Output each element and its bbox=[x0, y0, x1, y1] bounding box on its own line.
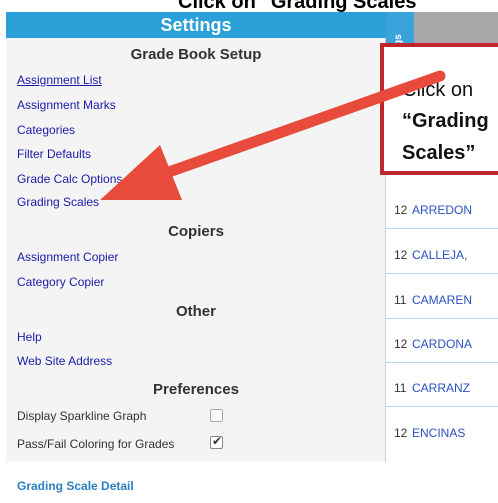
student-name[interactable]: CARRANZ bbox=[412, 381, 470, 395]
other-heading: Other bbox=[175, 303, 216, 320]
top-caption-strip: Click on "Grading Scales" bbox=[0, 0, 498, 12]
category-copier-link[interactable]: Category Copier bbox=[17, 275, 104, 289]
student-grade: 11 bbox=[394, 293, 407, 307]
student-grade: 12 bbox=[394, 426, 408, 440]
student-grade: 12 bbox=[394, 203, 408, 217]
sparkline-graph-label: Display Sparkline Graph bbox=[17, 409, 147, 423]
gradebook-setup-heading: Grade Book Setup bbox=[130, 46, 262, 63]
settings-panel: Settings Grade Book Setup Assignment Lis… bbox=[6, 12, 386, 462]
filter-defaults-link[interactable]: Filter Defaults bbox=[17, 147, 91, 161]
top-caption: Click on "Grading Scales" bbox=[178, 0, 426, 12]
student-grade: 12 bbox=[394, 248, 408, 262]
pass-fail-coloring-label: Pass/Fail Coloring for Grades bbox=[17, 437, 175, 451]
web-site-address-link[interactable]: Web Site Address bbox=[17, 354, 112, 368]
assignment-copier-link[interactable]: Assignment Copier bbox=[17, 250, 118, 264]
settings-title: Settings bbox=[6, 12, 386, 38]
student-grade: 12 bbox=[394, 337, 408, 351]
preferences-heading: Preferences bbox=[153, 381, 239, 398]
copiers-heading: Copiers bbox=[168, 223, 224, 240]
callout-line-2: “Grading bbox=[402, 110, 489, 132]
callout-line-1: Click on bbox=[402, 79, 474, 101]
grading-scale-detail-label: Grading Scale Detail bbox=[17, 479, 134, 493]
student-name[interactable]: ARREDON bbox=[412, 203, 472, 217]
grading-scales-link[interactable]: Grading Scales bbox=[17, 195, 99, 209]
pass-fail-coloring-checkbox[interactable] bbox=[210, 434, 223, 449]
student-row[interactable]: 12 CARDONA bbox=[386, 326, 498, 363]
student-row[interactable]: 12 CALLEJA, bbox=[386, 237, 498, 274]
screenshot-stage: Click on "Grading Scales" Settings Grade… bbox=[0, 0, 498, 503]
student-name[interactable]: CAMAREN bbox=[412, 293, 472, 307]
student-row[interactable]: 11 CAMAREN bbox=[386, 282, 498, 319]
student-name[interactable]: CALLEJA, bbox=[412, 248, 467, 262]
student-name[interactable]: CARDONA bbox=[412, 337, 472, 351]
categories-link[interactable]: Categories bbox=[17, 123, 75, 137]
callout-line-3: Scales” bbox=[402, 142, 476, 164]
student-grade: 11 bbox=[394, 381, 407, 395]
instruction-callout: Click on “Grading Scales” bbox=[380, 43, 498, 175]
sparkline-graph-checkbox[interactable] bbox=[210, 409, 223, 422]
help-link[interactable]: Help bbox=[17, 330, 42, 344]
student-row[interactable]: 12 ARREDON bbox=[386, 192, 498, 229]
grade-calc-options-link[interactable]: Grade Calc Options bbox=[17, 172, 122, 186]
student-name[interactable]: ENCINAS bbox=[412, 426, 465, 440]
assignment-marks-link[interactable]: Assignment Marks bbox=[17, 98, 116, 112]
student-row[interactable]: 11 CARRANZ bbox=[386, 370, 498, 407]
assignment-list-link[interactable]: Assignment List bbox=[17, 73, 102, 87]
student-row[interactable]: 12 ENCINAS bbox=[386, 415, 498, 452]
